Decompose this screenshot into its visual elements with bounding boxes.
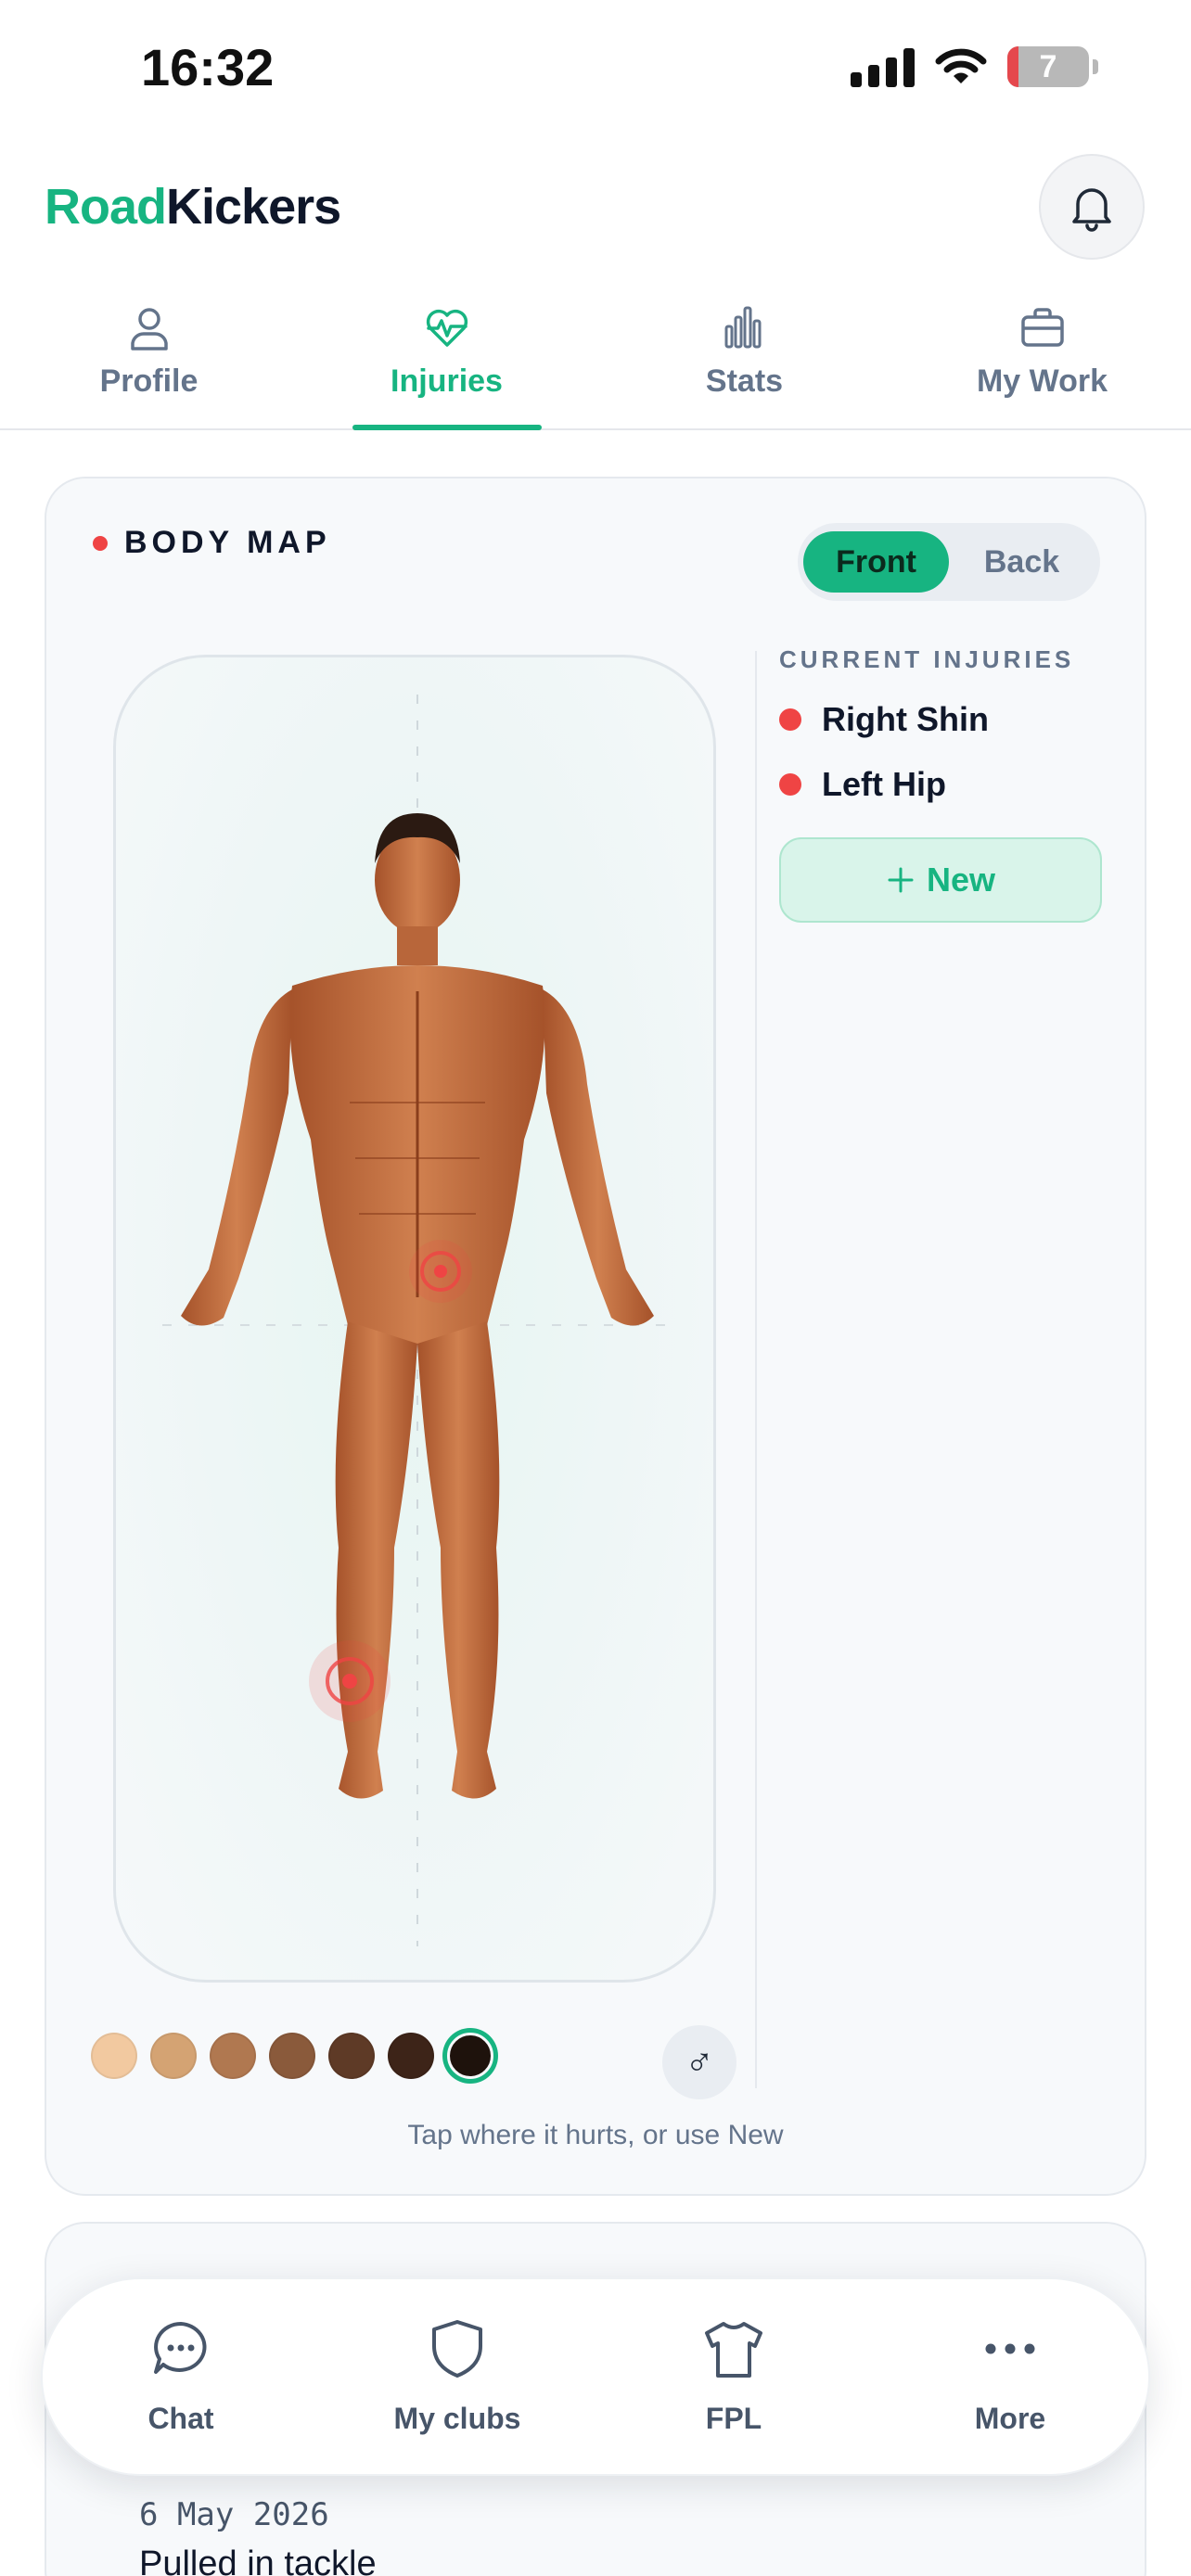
front-back-toggle: Front Back (798, 523, 1100, 601)
back-toggle-button[interactable]: Back (949, 531, 1095, 593)
tab-my-work[interactable]: My Work (893, 297, 1191, 428)
nav-label: FPL (705, 2402, 762, 2435)
bell-icon (1072, 188, 1111, 232)
brand-logo: RoadKickers (45, 178, 341, 236)
heart-pulse-icon (426, 309, 467, 347)
nav-chat[interactable]: Chat (43, 2279, 319, 2474)
body-map-hint: Tap where it hurts, or use New (407, 2120, 784, 2150)
injury-name: Left Hip (822, 765, 946, 803)
bar-chart-icon (724, 306, 761, 349)
injury-bullet (779, 773, 801, 796)
plus-icon (888, 867, 914, 893)
current-injuries-heading: CURRENT INJURIES (779, 645, 1075, 673)
battery-icon: 7 (1007, 46, 1089, 87)
skin-tone-swatch[interactable] (388, 2033, 434, 2079)
card-header: BODY MAP (93, 525, 331, 561)
skin-tone-picker (91, 2033, 493, 2079)
injury-date: 6 May 2026 (139, 2496, 329, 2533)
injury-marker-left-hip[interactable] (409, 1240, 472, 1303)
skin-tone-swatch[interactable] (328, 2033, 375, 2079)
new-injury-button[interactable]: New (779, 837, 1102, 923)
injury-name: Right Shin (822, 700, 989, 738)
notifications-button[interactable] (1039, 154, 1145, 260)
bottom-nav: Chat My clubs FPL More (41, 2277, 1150, 2476)
battery-nub (1093, 59, 1098, 74)
injury-item[interactable]: Right Shin (779, 700, 1104, 739)
injury-item[interactable]: Left Hip (779, 765, 1104, 804)
new-injury-label: New (926, 861, 996, 899)
shirt-icon (705, 2322, 762, 2378)
body-figure (162, 695, 672, 1946)
tab-label: Profile (99, 363, 198, 399)
tab-label: My Work (976, 363, 1108, 399)
panel-divider (755, 651, 757, 2088)
tab-profile[interactable]: Profile (0, 297, 298, 428)
gender-toggle-button[interactable]: ♂ (662, 2025, 736, 2099)
skin-tone-swatch[interactable] (269, 2033, 315, 2079)
skin-tone-swatch[interactable] (150, 2033, 197, 2079)
skin-tone-swatch[interactable] (91, 2033, 137, 2079)
app-header: RoadKickers (0, 148, 1191, 260)
injury-description: Pulled in tackle (139, 2544, 377, 2576)
injury-marker-right-shin[interactable] (309, 1640, 391, 1722)
status-time: 16:32 (141, 38, 275, 96)
male-symbol-icon: ♂ (685, 2040, 714, 2084)
body-map-card: BODY MAP Front Back CURRENT INJURIES Rig… (45, 477, 1146, 2196)
section-tabs: Profile Injuries Stats My Work (0, 297, 1191, 430)
front-toggle-button[interactable]: Front (803, 531, 949, 593)
current-injuries-panel: CURRENT INJURIES Right Shin Left Hip New (779, 645, 1104, 923)
briefcase-icon (1020, 308, 1064, 347)
tab-stats[interactable]: Stats (596, 297, 893, 428)
skin-tone-swatch[interactable] (210, 2033, 256, 2079)
body-figure-panel[interactable] (113, 655, 716, 1983)
chat-bubble-icon (154, 2322, 207, 2374)
brand-part-road: Road (45, 179, 167, 235)
more-dots-icon (985, 2343, 1035, 2354)
tab-label: Injuries (391, 363, 503, 399)
nav-label: Chat (147, 2402, 214, 2435)
status-bar: 16:32 7 (0, 0, 1191, 139)
nav-label: More (974, 2402, 1046, 2435)
nav-label: My clubs (393, 2402, 521, 2435)
nav-more[interactable]: More (872, 2279, 1148, 2474)
nav-my-clubs[interactable]: My clubs (319, 2279, 596, 2474)
injury-bullet (779, 708, 801, 731)
shield-icon (432, 2320, 482, 2378)
signal-icon (851, 46, 915, 87)
brand-part-kickers: Kickers (166, 179, 341, 235)
live-dot (93, 535, 108, 551)
skin-tone-swatch-selected[interactable] (447, 2033, 493, 2079)
nav-fpl[interactable]: FPL (596, 2279, 872, 2474)
user-icon (130, 308, 168, 351)
tab-injuries[interactable]: Injuries (298, 297, 596, 430)
tab-label: Stats (705, 363, 784, 399)
wifi-icon (935, 48, 987, 83)
card-title: BODY MAP (124, 525, 331, 560)
battery-level: 7 (1039, 48, 1057, 84)
status-icons: 7 (851, 46, 1098, 87)
